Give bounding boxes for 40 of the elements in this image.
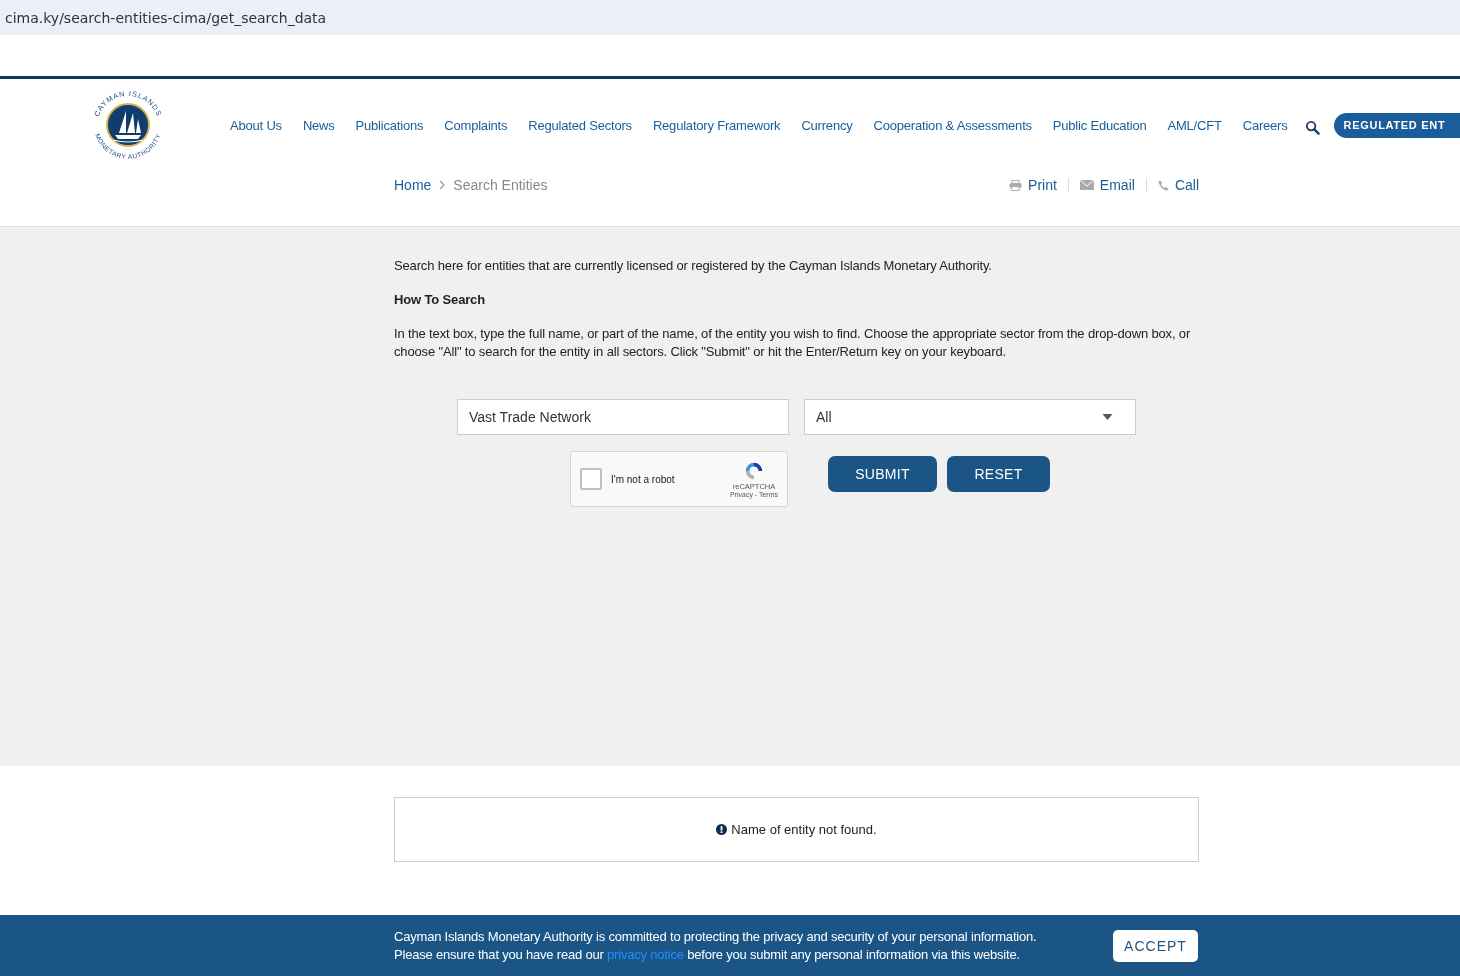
cookie-text: Please ensure that you have read our (394, 946, 604, 962)
nav-link[interactable]: AML/CFT (1167, 117, 1222, 133)
instructions-text: In the text box, type the full name, or part of the name, of the entity you wish to find. Choose the appropriate sector from the drop-down box, or choose "All" to search for the entity in all sectors. Click "Submit" or hit the Enter/Return key on your keyboard. (394, 325, 1192, 361)
reset-button[interactable]: RESET (947, 456, 1050, 492)
address-url[interactable]: cima.ky/search-entities-cima/get_search_data (5, 9, 327, 26)
entity-name-field[interactable]: Vast Trade Network (457, 399, 789, 435)
checkbox-label: I'm not a robot (611, 473, 676, 485)
nav-link[interactable]: Public Education (1052, 117, 1147, 133)
nav-link[interactable]: News (302, 117, 335, 133)
nav-link[interactable]: Careers (1242, 117, 1288, 133)
section-heading: How To Search (394, 291, 486, 309)
breadcrumb-link[interactable]: Home (394, 177, 432, 193)
nav-link[interactable]: Publications (355, 117, 424, 133)
share-action[interactable]: Call (1157, 177, 1199, 193)
accept-button[interactable]: ACCEPT (1113, 929, 1198, 962)
nav-link[interactable]: Regulatory Framework (652, 117, 781, 133)
printer-icon (1009, 179, 1023, 191)
submit-button[interactable]: SUBMIT (828, 456, 937, 492)
nav-link[interactable]: Currency (801, 117, 853, 133)
envelope-icon (1079, 180, 1094, 190)
nav-link[interactable]: Cooperation & Assessments (873, 117, 1032, 133)
nav-link[interactable]: Complaints (444, 117, 508, 133)
regulated-entities-button[interactable]: REGULATED ENT (1333, 112, 1460, 138)
breadcrumb-current[interactable]: Search Entities (453, 177, 548, 193)
share-action[interactable]: Print (1009, 177, 1057, 193)
cookie-text: Cayman Islands Monetary Authority is committed to protecting the privacy and security of your personal information. (394, 927, 1038, 946)
search-icon[interactable] (1304, 119, 1320, 135)
phone-icon (1157, 179, 1169, 191)
info-icon (716, 824, 728, 835)
sector-dropdown[interactable]: All (804, 399, 1136, 435)
nav-link[interactable]: About Us (230, 117, 282, 133)
result-message: Name of entity not found. (731, 822, 877, 837)
cookie-text: before you submit any personal information via this website. (687, 946, 1020, 962)
nav-link[interactable]: Regulated Sectors (528, 117, 632, 133)
chevron-icon (439, 180, 446, 190)
robot-checkbox[interactable] (580, 468, 602, 490)
caret-icon (1102, 414, 1113, 420)
share-action[interactable]: Email (1079, 177, 1135, 193)
recaptcha-logo-icon (743, 460, 765, 482)
intro-text: Search here for entities that are currently licensed or registered by the Cayman Islands Monetary Authority. (394, 257, 993, 275)
